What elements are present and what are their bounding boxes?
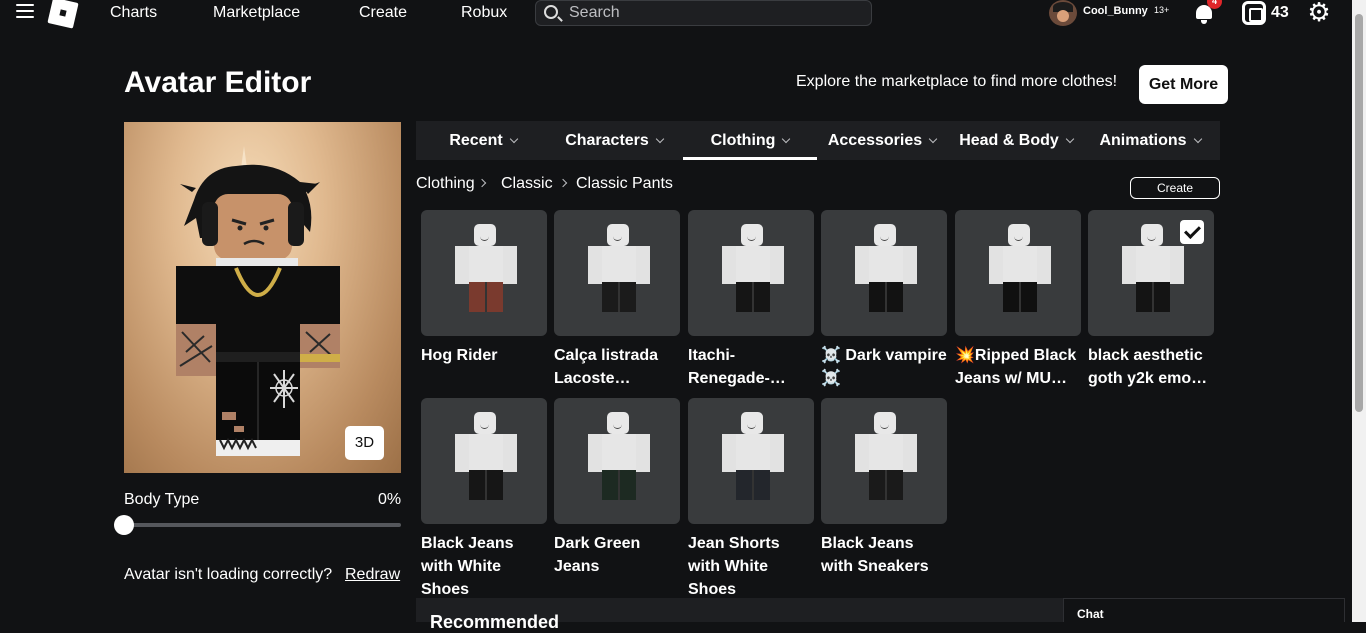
tab-animations[interactable]: Animations [1096, 121, 1204, 160]
item-thumbnail[interactable] [554, 398, 680, 524]
tab-accessories[interactable]: Accessories [824, 121, 940, 160]
body-type-label: Body Type [124, 491, 200, 508]
menu-icon[interactable] [16, 4, 34, 20]
item-name[interactable]: Itachi-Renegade-… [688, 344, 816, 390]
item-thumbnail[interactable] [688, 398, 814, 524]
explore-text: Explore the marketplace to find more clo… [796, 73, 1118, 90]
item-figure [722, 412, 784, 508]
item-figure [855, 224, 917, 320]
item-thumbnail[interactable] [821, 210, 947, 336]
item-thumbnail[interactable] [688, 210, 814, 336]
item-name[interactable]: Hog Rider [421, 344, 549, 367]
nav-link-marketplace[interactable]: Marketplace [213, 4, 300, 22]
chevron-down-icon [509, 134, 518, 144]
tab-head-body[interactable]: Head & Body [955, 121, 1077, 160]
item-thumbnail[interactable] [554, 210, 680, 336]
tab-label: Head & Body [959, 132, 1059, 149]
chat-label: Chat [1077, 607, 1104, 621]
search-placeholder: Search [569, 4, 620, 21]
chevron-right-icon [477, 178, 487, 188]
avatar-figure [176, 146, 340, 456]
nav-link-create[interactable]: Create [359, 4, 407, 22]
tab-recent[interactable]: Recent [435, 121, 531, 160]
avatar-issue-text: Avatar isn't loading correctly? [124, 566, 333, 583]
item-name[interactable]: Jean Shorts with White Shoes [688, 532, 816, 601]
item-figure [588, 224, 650, 320]
chevron-down-icon [782, 134, 791, 144]
item-figure [455, 412, 517, 508]
tab-clothing[interactable]: Clothing [683, 121, 817, 160]
chevron-down-icon [1193, 134, 1202, 144]
body-type-value: 0% [378, 491, 402, 508]
breadcrumb-classic[interactable]: Classic [501, 175, 553, 193]
chevron-down-icon [1065, 134, 1075, 144]
tab-label: Recent [449, 132, 503, 149]
item-figure [1122, 224, 1184, 320]
search-input[interactable]: Search [535, 0, 872, 26]
item-thumbnail[interactable] [821, 398, 947, 524]
item-thumbnail[interactable] [421, 210, 547, 336]
body-type-slider-track[interactable] [124, 523, 401, 527]
tab-label: Characters [565, 132, 649, 149]
item-figure [588, 412, 650, 508]
item-thumbnail[interactable] [421, 398, 547, 524]
category-tabs: Recent Characters Clothing Accessories H… [416, 121, 1220, 160]
tab-characters[interactable]: Characters [556, 121, 672, 160]
roblox-logo[interactable] [47, 0, 79, 29]
notification-badge: 4 [1207, 0, 1222, 9]
item-figure [455, 224, 517, 320]
item-name[interactable]: Black Jeans with Sneakers [821, 532, 949, 578]
item-name[interactable]: 💥Ripped Black Jeans w/ MU… [955, 344, 1083, 390]
item-figure [722, 224, 784, 320]
gear-icon[interactable]: ⚙ [1306, 0, 1332, 26]
item-figure [855, 412, 917, 508]
3d-view-button[interactable]: 3D [345, 426, 384, 460]
chevron-down-icon [655, 134, 665, 144]
avatar[interactable] [1049, 0, 1077, 26]
recommended-heading: Recommended [430, 612, 560, 632]
chevron-right-icon [558, 178, 568, 188]
tab-label: Clothing [710, 132, 776, 149]
avatar-preview[interactable] [124, 122, 401, 473]
item-figure [989, 224, 1051, 320]
item-thumbnail[interactable] [1088, 210, 1214, 336]
scrollbar-thumb[interactable] [1355, 14, 1363, 412]
body-type-slider-thumb[interactable] [114, 515, 134, 535]
item-name[interactable]: ☠️ Dark vampire ☠️ [821, 344, 949, 390]
top-navigation-bar: Charts Marketplace Create Robux Search C… [0, 0, 1352, 29]
create-button[interactable]: Create [1130, 177, 1220, 199]
nav-link-robux[interactable]: Robux [461, 4, 507, 22]
breadcrumb-clothing[interactable]: Clothing [416, 175, 475, 193]
item-name[interactable]: Dark Green Jeans [554, 532, 682, 578]
nav-link-charts[interactable]: Charts [110, 4, 157, 22]
item-name[interactable]: Black Jeans with White Shoes [421, 532, 549, 601]
robux-icon[interactable] [1242, 1, 1266, 25]
page-title: Avatar Editor [124, 66, 312, 99]
item-name[interactable]: black aesthetic goth y2k emo… [1088, 344, 1216, 390]
robux-balance[interactable]: 43 [1271, 4, 1289, 22]
item-name[interactable]: Calça listrada Lacoste… [554, 344, 682, 390]
username[interactable]: Cool_Bunny [1083, 5, 1148, 17]
tab-label: Accessories [827, 132, 923, 149]
breadcrumb-classic-pants: Classic Pants [576, 175, 673, 192]
tab-label: Animations [1099, 132, 1187, 149]
redraw-link[interactable]: Redraw [345, 566, 400, 584]
checkmark-icon[interactable] [1180, 220, 1204, 244]
item-thumbnail[interactable] [955, 210, 1081, 336]
chevron-down-icon [928, 134, 938, 144]
age-badge: 13+ [1154, 5, 1170, 15]
get-more-button[interactable]: Get More [1139, 65, 1228, 104]
search-icon [544, 5, 558, 19]
chat-panel[interactable]: Chat [1063, 598, 1345, 622]
